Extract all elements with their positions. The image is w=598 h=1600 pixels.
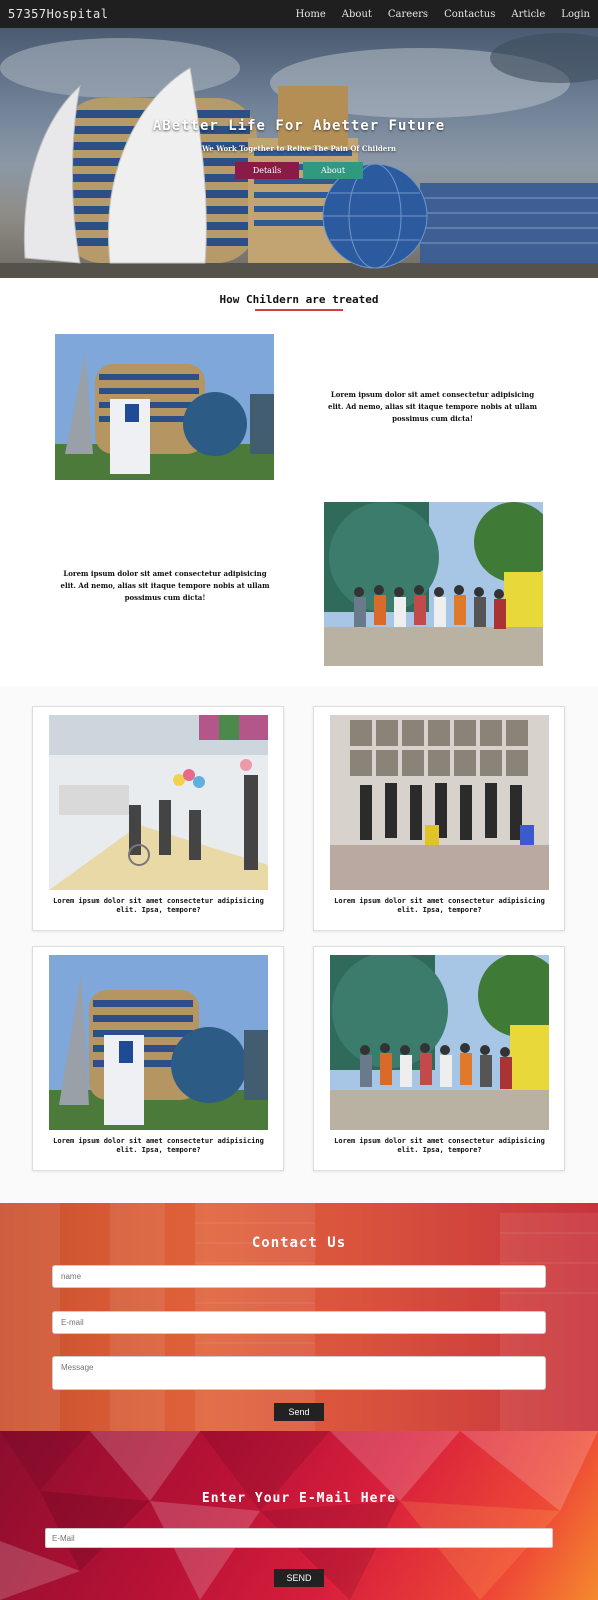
hero-title: ABetter Life For Abetter Future: [152, 118, 446, 134]
email-field[interactable]: [52, 1311, 546, 1334]
newsletter-email-input[interactable]: [45, 1528, 553, 1548]
gallery-card-2[interactable]: Lorem ipsum dolor sit amet consectetur a…: [313, 706, 565, 931]
card-caption: Lorem ipsum dolor sit amet consectetur a…: [334, 897, 545, 914]
contact-section: Contact Us Send: [0, 1203, 598, 1431]
group-photo-outdoor: [324, 502, 543, 666]
group-photo-outdoor: [330, 955, 549, 1130]
card-caption: Lorem ipsum dolor sit amet consectetur a…: [53, 897, 264, 914]
gallery-card-3[interactable]: Lorem ipsum dolor sit amet consectetur a…: [32, 946, 284, 1171]
message-field[interactable]: [52, 1356, 546, 1390]
nav-link-contactus[interactable]: Contactus: [444, 9, 495, 20]
nav-link-login[interactable]: Login: [561, 9, 590, 20]
gallery-card-4[interactable]: Lorem ipsum dolor sit amet consectetur a…: [313, 946, 565, 1171]
brand-logo[interactable]: 57357Hospital: [8, 7, 108, 21]
newsletter-title: Enter Your E-Mail Here: [201, 1491, 397, 1506]
card-caption: Lorem ipsum dolor sit amet consectetur a…: [53, 1137, 264, 1154]
newsletter-section: Enter Your E-Mail Here SEND: [0, 1431, 598, 1600]
title-underline: [255, 309, 343, 311]
details-button[interactable]: Details: [235, 162, 299, 179]
contact-title: Contact Us: [251, 1235, 347, 1251]
hospital-exterior-photo: [55, 334, 274, 480]
hero-banner: ABetter Life For Abetter Future We Work …: [0, 28, 598, 278]
card-caption: Lorem ipsum dolor sit amet consectetur a…: [334, 1137, 545, 1154]
nav-link-article[interactable]: Article: [511, 9, 545, 20]
section-title: How Childern are treated: [219, 293, 379, 306]
treated-paragraph-2: Lorem ipsum dolor sit amet consectetur a…: [60, 569, 270, 602]
group-photo-indoor: [330, 715, 549, 890]
hero-buttons: Details About: [0, 162, 598, 179]
top-navbar: 57357Hospital Home About Careers Contact…: [0, 0, 598, 28]
hero-text: ABetter Life For Abetter Future We Work …: [0, 118, 598, 179]
gallery-card-1[interactable]: Lorem ipsum dolor sit amet consectetur a…: [32, 706, 284, 931]
send-button[interactable]: Send: [274, 1403, 324, 1421]
nav-menu: Home About Careers Contactus Article Log…: [296, 9, 590, 20]
nav-link-home[interactable]: Home: [296, 9, 326, 20]
newsletter-send-button[interactable]: SEND: [274, 1569, 324, 1587]
name-field[interactable]: [52, 1265, 546, 1288]
hero-subtitle: We Work Together to Relive The Pain Of C…: [202, 144, 396, 153]
treated-paragraph-1: Lorem ipsum dolor sit amet consectetur a…: [328, 390, 537, 423]
children-walking-photo: [49, 715, 268, 890]
hospital-exterior-photo: [49, 955, 268, 1130]
about-button[interactable]: About: [303, 162, 363, 179]
nav-link-about[interactable]: About: [342, 9, 372, 20]
nav-link-careers[interactable]: Careers: [388, 9, 428, 20]
